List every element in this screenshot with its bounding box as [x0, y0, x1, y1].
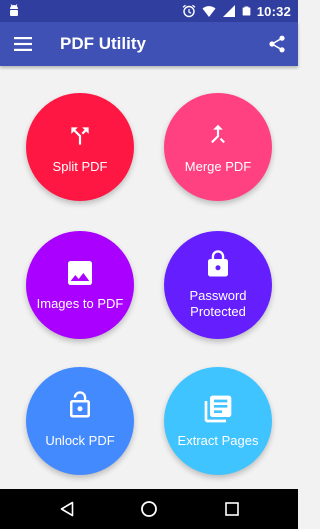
signal-icon [222, 5, 235, 17]
app-title: PDF Utility [60, 34, 146, 53]
tile-label: Unlock PDF [45, 433, 115, 448]
call-merge-icon [211, 124, 225, 144]
alarm-icon [182, 4, 196, 18]
share-button[interactable] [265, 32, 289, 56]
menu-button[interactable] [12, 33, 34, 55]
tile-label-line-1: Password [189, 288, 247, 303]
battery-icon [242, 6, 251, 16]
tile-label: Split PDF [52, 159, 108, 174]
home-icon [141, 501, 157, 517]
extract-pages-button[interactable]: Extract Pages [164, 367, 272, 475]
hamburger-menu-icon [14, 37, 32, 51]
tile-label-line-2: Protected [190, 304, 246, 319]
wifi-icon [202, 6, 216, 17]
images-to-pdf-button[interactable]: Images to PDF [26, 231, 134, 339]
library-books-icon [204, 395, 232, 423]
call-split-icon [71, 127, 89, 145]
tile-label: Images to PDF [36, 296, 124, 311]
back-button[interactable] [57, 499, 77, 519]
recents-icon [225, 502, 239, 516]
split-pdf-button[interactable]: Split PDF [26, 93, 134, 201]
status-time: 10:32 [256, 3, 291, 19]
merge-pdf-button[interactable]: Merge PDF [164, 93, 272, 201]
tile-label: Extract Pages [177, 433, 259, 448]
home-button[interactable] [139, 499, 159, 519]
back-icon [60, 501, 74, 517]
lock-icon [208, 250, 228, 277]
unlock-pdf-button[interactable]: Unlock PDF [26, 367, 134, 475]
status-bar: 10:32 [0, 0, 298, 22]
tile-label: Merge PDF [184, 159, 252, 174]
share-icon [269, 35, 285, 53]
password-protected-button[interactable]: Password Protected [164, 231, 272, 339]
image-icon [68, 261, 92, 285]
navigation-bar [0, 489, 298, 529]
lock-open-icon [70, 391, 90, 418]
android-debug-icon [10, 4, 18, 16]
recents-button[interactable] [222, 499, 242, 519]
app-bar: PDF Utility [0, 22, 298, 66]
